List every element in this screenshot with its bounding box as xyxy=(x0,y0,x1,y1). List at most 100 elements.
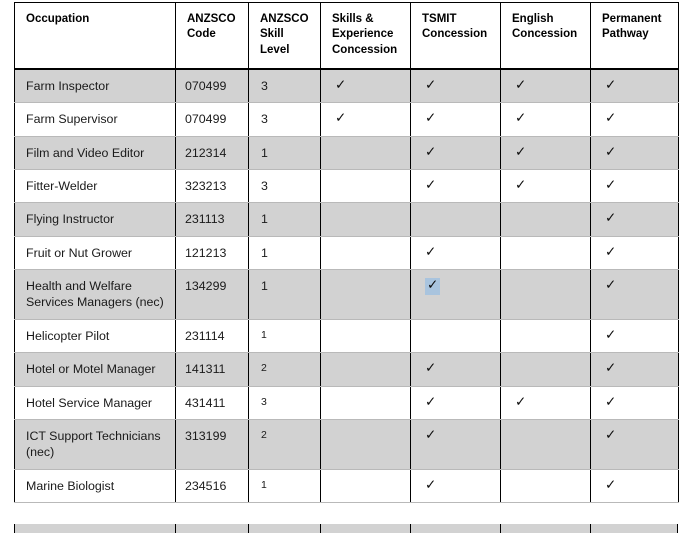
cell-skills-concession xyxy=(320,469,411,504)
cell-skills-concession xyxy=(320,269,411,320)
cell-occupation: Fruit or Nut Grower xyxy=(14,236,176,271)
cell-anzsco-skill-level: 1 xyxy=(248,469,321,504)
cell-permanent-pathway: ✓ xyxy=(590,102,679,137)
cell-anzsco-code: 313199 xyxy=(175,419,249,470)
cell-skills-concession xyxy=(320,419,411,470)
cell-tsmit-concession: ✓ xyxy=(410,352,501,387)
cut-off-next-row xyxy=(14,524,678,533)
checkmark-icon: ✓ xyxy=(335,110,347,127)
column-header-tsmit-concession: TSMIT Concession xyxy=(410,1,501,70)
cell-permanent-pathway: ✓ xyxy=(590,319,679,354)
table-row: Marine Biologist 234516 1 ✓ ✓ xyxy=(14,469,679,504)
cell-anzsco-skill-level: 1 xyxy=(248,269,321,320)
checkmark-icon: ✓ xyxy=(425,76,437,93)
cell-occupation: Marine Biologist xyxy=(14,469,176,504)
cell-anzsco-code: 070499 xyxy=(175,68,249,104)
checkmark-icon: ✓ xyxy=(425,176,437,193)
cell-anzsco-skill-level: 1 xyxy=(248,202,321,237)
checkmark-icon: ✓ xyxy=(425,143,437,160)
column-header-occupation: Occupation xyxy=(14,1,176,70)
cell-anzsco-code: 070499 xyxy=(175,102,249,137)
checkmark-icon: ✓ xyxy=(605,393,617,410)
cell-occupation: Health and Welfare Services Managers (ne… xyxy=(14,269,176,320)
table-header-row: Occupation ANZSCO Code ANZSCO Skill Leve… xyxy=(14,1,679,70)
checkmark-icon: ✓ xyxy=(605,326,617,343)
cell-english-concession xyxy=(500,269,591,320)
table-row: ICT Support Technicians (nec) 313199 2 ✓ ✓ xyxy=(14,419,679,470)
cell-english-concession: ✓ xyxy=(500,68,591,104)
table-body: Farm Inspector 070499 3 ✓ ✓ ✓ ✓ Farm Supervisor… xyxy=(14,68,679,504)
checkmark-icon: ✓ xyxy=(605,426,617,443)
table-row: Hotel or Motel Manager 141311 2 ✓ ✓ xyxy=(14,352,679,387)
checkmark-icon: ✓ xyxy=(605,143,617,160)
table-row: Farm Inspector 070499 3 ✓ ✓ ✓ ✓ xyxy=(14,68,679,104)
cell-skills-concession xyxy=(320,136,411,170)
checkmark-icon: ✓ xyxy=(425,426,437,443)
cell-anzsco-code: 134299 xyxy=(175,269,249,320)
cell-tsmit-concession: ✓ xyxy=(410,169,501,204)
checkmark-icon: ✓ xyxy=(425,476,437,493)
cell-anzsco-code: 234516 xyxy=(175,469,249,504)
cell-anzsco-skill-level: 3 xyxy=(248,169,321,204)
checkmark-icon: ✓ xyxy=(605,476,617,493)
cell-skills-concession xyxy=(320,169,411,204)
checkmark-icon: ✓ xyxy=(335,76,347,93)
cell-english-concession xyxy=(500,202,591,237)
column-header-anzsco-code: ANZSCO Code xyxy=(175,1,249,70)
cell-anzsco-skill-level: 1 xyxy=(248,319,321,354)
cell-anzsco-code: 231114 xyxy=(175,319,249,354)
checkmark-icon: ✓ xyxy=(425,393,437,410)
cell-occupation: Farm Supervisor xyxy=(14,102,176,137)
column-header-english-concession: English Concession xyxy=(500,1,591,70)
table-row: Helicopter Pilot 231114 1 ✓ xyxy=(14,319,679,354)
cell-permanent-pathway: ✓ xyxy=(590,68,679,104)
cell-tsmit-concession: ✓ xyxy=(410,269,501,320)
checkmark-icon: ✓ xyxy=(605,277,617,294)
cell-skills-concession xyxy=(320,236,411,271)
checkmark-icon: ✓ xyxy=(605,76,617,93)
cell-tsmit-concession: ✓ xyxy=(410,419,501,470)
cell-permanent-pathway: ✓ xyxy=(590,136,679,170)
checkmark-icon: ✓ xyxy=(605,243,617,260)
cell-permanent-pathway: ✓ xyxy=(590,386,679,420)
cell-english-concession xyxy=(500,352,591,387)
cell-anzsco-skill-level: 2 xyxy=(248,352,321,387)
cell-skills-concession xyxy=(320,386,411,420)
cell-skills-concession xyxy=(320,202,411,237)
checkmark-icon-selected: ✓ xyxy=(425,277,441,295)
cell-anzsco-skill-level: 3 xyxy=(248,68,321,104)
cell-anzsco-code: 121213 xyxy=(175,236,249,271)
checkmark-icon: ✓ xyxy=(515,393,527,410)
cell-anzsco-code: 323213 xyxy=(175,169,249,204)
table-row: Hotel Service Manager 431411 3 ✓ ✓ ✓ xyxy=(14,386,679,420)
cell-anzsco-skill-level: 3 xyxy=(248,102,321,137)
cell-occupation: Hotel or Motel Manager xyxy=(14,352,176,387)
cell-english-concession: ✓ xyxy=(500,386,591,420)
checkmark-icon: ✓ xyxy=(515,176,527,193)
checkmark-icon: ✓ xyxy=(425,243,437,260)
table-row: Health and Welfare Services Managers (ne… xyxy=(14,269,679,320)
cell-anzsco-code: 141311 xyxy=(175,352,249,387)
cell-skills-concession: ✓ xyxy=(320,102,411,137)
checkmark-icon: ✓ xyxy=(425,360,437,377)
column-header-anzsco-skill-level: ANZSCO Skill Level xyxy=(248,1,321,70)
cell-anzsco-code: 231113 xyxy=(175,202,249,237)
cell-occupation: Flying Instructor xyxy=(14,202,176,237)
cell-tsmit-concession xyxy=(410,202,501,237)
checkmark-icon: ✓ xyxy=(605,360,617,377)
cell-occupation: Fitter-Welder xyxy=(14,169,176,204)
cell-tsmit-concession: ✓ xyxy=(410,236,501,271)
cell-anzsco-skill-level: 1 xyxy=(248,236,321,271)
checkmark-icon: ✓ xyxy=(605,176,617,193)
checkmark-icon: ✓ xyxy=(515,76,527,93)
cell-english-concession xyxy=(500,419,591,470)
column-header-skills-experience-concession: Skills & Experience Concession xyxy=(320,1,411,70)
checkmark-icon: ✓ xyxy=(425,110,437,127)
cell-permanent-pathway: ✓ xyxy=(590,352,679,387)
cell-english-concession: ✓ xyxy=(500,169,591,204)
cell-tsmit-concession: ✓ xyxy=(410,386,501,420)
checkmark-icon: ✓ xyxy=(515,110,527,127)
occupation-table-container: Occupation ANZSCO Code ANZSCO Skill Leve… xyxy=(14,1,679,504)
cell-anzsco-code: 431411 xyxy=(175,386,249,420)
table-row: Fruit or Nut Grower 121213 1 ✓ ✓ xyxy=(14,236,679,271)
